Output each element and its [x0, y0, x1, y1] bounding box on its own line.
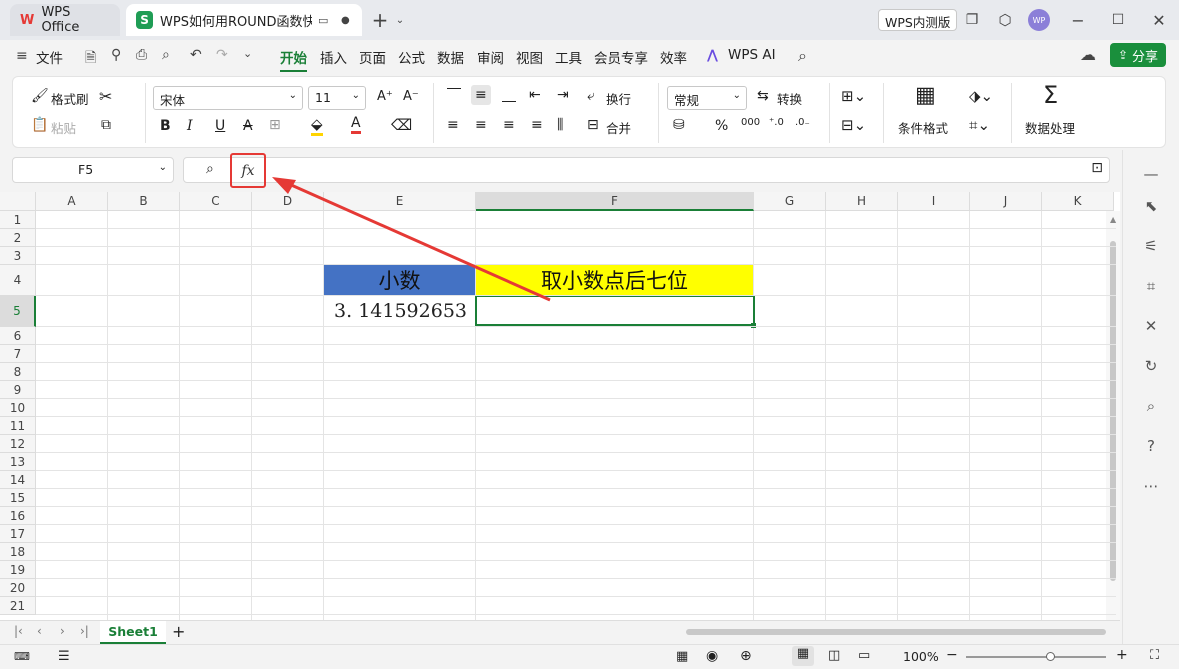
zoom-out-icon[interactable]: − — [946, 647, 958, 663]
zoom-slider[interactable] — [966, 656, 1106, 658]
collapse-icon[interactable]: — — [1141, 164, 1161, 184]
page-layout-view-icon[interactable]: ▭ — [858, 648, 870, 663]
zoom-slider-thumb[interactable] — [1046, 652, 1055, 661]
first-sheet-icon[interactable]: |‹ — [14, 624, 23, 638]
status-bar: ⌨ ☰ ▦ ◉ ⊕ ▦ ◫ ▭ 100% − + ⛶ — [0, 644, 1179, 669]
select-cursor-icon[interactable]: ⬉ — [1141, 196, 1161, 216]
settings-sliders-icon[interactable]: ⚟ — [1141, 236, 1161, 256]
eye-protect-icon[interactable]: ◉ — [706, 648, 718, 664]
crop-icon[interactable]: ⌗ — [1141, 276, 1161, 296]
notes-icon[interactable]: ☰ — [58, 649, 70, 664]
help-icon[interactable]: ? — [1141, 436, 1161, 456]
history-icon[interactable]: ↻ — [1141, 356, 1161, 376]
zoom-level[interactable]: 100% — [903, 649, 939, 664]
crosshair-icon[interactable]: ⊕ — [740, 648, 752, 664]
table-view-icon[interactable]: ▦ — [676, 649, 688, 664]
next-sheet-icon[interactable]: › — [60, 624, 65, 638]
sheet-tab-bar: |‹ ‹ › ›| Sheet1 + — [0, 620, 1120, 644]
page-break-view-icon[interactable]: ◫ — [828, 648, 840, 663]
annotation-arrow — [272, 177, 551, 302]
tools-icon[interactable]: ✕ — [1141, 316, 1161, 336]
right-side-panel: — ⬉ ⚟ ⌗ ✕ ↻ ⌕ ? ⋯ — [1122, 150, 1179, 644]
macro-icon[interactable]: ⌨ — [14, 650, 30, 663]
sheet-tab-sheet1[interactable]: Sheet1 — [100, 621, 166, 644]
annotation-arrowhead — [272, 177, 296, 194]
normal-view-icon[interactable]: ▦ — [792, 646, 814, 666]
prev-sheet-icon[interactable]: ‹ — [37, 624, 42, 638]
more-icon[interactable]: ⋯ — [1141, 476, 1161, 496]
annotation-line — [279, 178, 551, 302]
horizontal-scrollbar-thumb[interactable] — [686, 629, 1106, 635]
fullscreen-icon[interactable]: ⛶ — [1150, 648, 1159, 663]
add-sheet-icon[interactable]: + — [172, 622, 185, 641]
find-icon[interactable]: ⌕ — [1141, 396, 1161, 416]
wps-spreadsheet-window: W WPS Office S WPS如何用ROUND函数快速 ▭ ● + ⌄ W… — [0, 0, 1179, 669]
zoom-in-icon[interactable]: + — [1116, 647, 1128, 663]
last-sheet-icon[interactable]: ›| — [80, 624, 89, 638]
